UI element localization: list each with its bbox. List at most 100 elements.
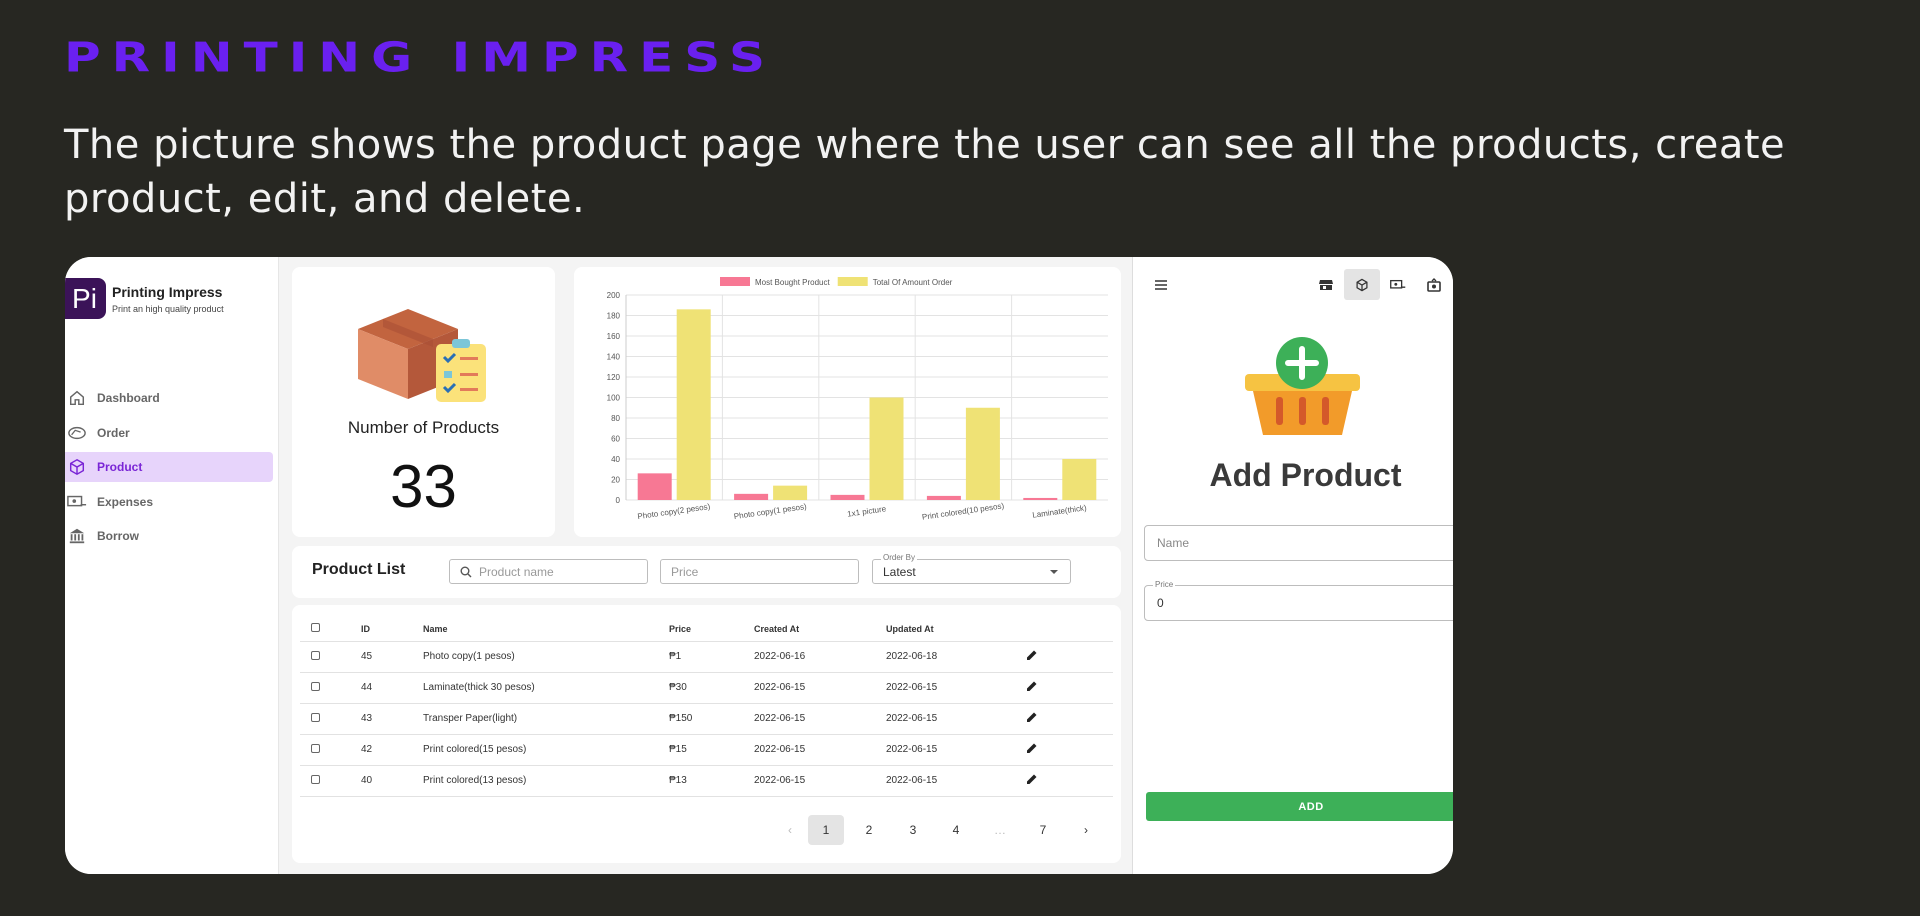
- table-row[interactable]: 40 Print colored(13 pesos) ₱13 2022-06-15 20…: [300, 765, 1113, 797]
- y-tick-label: 160: [607, 332, 621, 341]
- edit-icon[interactable]: [1026, 680, 1038, 695]
- product-count-card: Number of Products 33: [292, 267, 555, 537]
- bar-1-1: [773, 485, 808, 500]
- y-tick-label: 60: [611, 435, 620, 444]
- product-count-title: Number of Products: [347, 418, 500, 437]
- column-header-price[interactable]: Price: [669, 617, 754, 642]
- store-icon[interactable]: [1308, 269, 1344, 300]
- legend-swatch-1: [837, 277, 868, 286]
- cube-icon[interactable]: [1344, 269, 1380, 300]
- y-tick-label: 20: [611, 476, 620, 485]
- product-price-field[interactable]: Price 0: [1144, 580, 1453, 621]
- home-icon: [67, 388, 87, 408]
- y-tick-label: 0: [616, 496, 621, 505]
- pagination-page-1[interactable]: 1: [808, 815, 844, 845]
- brand-name: Printing Impress: [112, 283, 223, 300]
- cell-created: 2022-06-15: [754, 734, 886, 766]
- sidebar-item-product[interactable]: Product: [65, 452, 273, 483]
- product-name-field[interactable]: Name: [1144, 525, 1453, 561]
- cell-updated: 2022-06-15: [886, 734, 1024, 766]
- row-checkbox[interactable]: [311, 774, 320, 784]
- sidebar-item-label: Borrow: [97, 529, 139, 544]
- product-name-placeholder: Name: [1157, 536, 1190, 550]
- cash-icon[interactable]: [1416, 269, 1452, 300]
- table-header-row: ID Name Price Created At Updated At: [300, 617, 1113, 642]
- order-by-label: Order By: [881, 553, 918, 562]
- box-clipboard-illustration: [358, 309, 486, 402]
- price-filter-input[interactable]: Price: [660, 559, 859, 584]
- edit-icon[interactable]: [1026, 742, 1038, 757]
- order-by-select[interactable]: Order By Latest: [872, 553, 1071, 584]
- page-description: The picture shows the product page where…: [64, 122, 1786, 222]
- column-header-updated[interactable]: Updated At: [886, 617, 1024, 642]
- cell-updated: 2022-06-18: [886, 641, 1024, 673]
- table-row[interactable]: 43 Transper Paper(light) ₱150 2022-06-15 202…: [300, 703, 1113, 735]
- pagination-page-2[interactable]: 2: [851, 815, 887, 845]
- add-product-panel: Add Product Name Price 0 ADD: [1132, 257, 1453, 874]
- bar-0-0: [637, 473, 672, 500]
- add-product-title: Add Product: [1209, 457, 1402, 493]
- product-table-card: ID Name Price Created At Updated At 45 Ph…: [292, 605, 1121, 863]
- column-header-name[interactable]: Name: [423, 617, 669, 642]
- sidebar-item-borrow[interactable]: Borrow: [65, 521, 273, 551]
- bar-0-1: [734, 493, 769, 500]
- pagination-ellipsis: …: [994, 823, 1006, 837]
- sidebar-nav: Dashboard Order Product Expenses Borrow: [65, 383, 273, 556]
- cell-id: 43: [361, 703, 423, 735]
- row-checkbox[interactable]: [311, 743, 320, 753]
- price-placeholder: Price: [671, 564, 699, 579]
- cell-created: 2022-06-15: [754, 765, 886, 797]
- cell-id: 42: [361, 734, 423, 766]
- y-tick-label: 140: [607, 353, 621, 362]
- sidebar-item-dashboard[interactable]: Dashboard: [65, 383, 273, 413]
- x-tick-label: 1x1 picture: [847, 504, 888, 518]
- bar-1-0: [676, 309, 711, 500]
- x-tick-label: Photo copy(2 pesos): [637, 502, 711, 521]
- cell-created: 2022-06-15: [754, 703, 886, 735]
- cell-price: ₱30: [669, 672, 754, 704]
- order-icon: [67, 423, 87, 443]
- y-tick-label: 180: [607, 312, 621, 321]
- edit-icon[interactable]: [1026, 773, 1038, 788]
- x-tick-label: Print colored(10 pesos): [921, 501, 1004, 521]
- table-row[interactable]: 45 Photo copy(1 pesos) ₱1 2022-06-16 2022-06…: [300, 641, 1113, 673]
- pagination-prev-button[interactable]: ‹: [772, 815, 808, 845]
- cell-name: Print colored(15 pesos): [423, 734, 669, 766]
- cell-created: 2022-06-16: [754, 641, 886, 673]
- pagination-page-last[interactable]: 7: [1025, 815, 1061, 845]
- sidebar-item-expenses[interactable]: Expenses: [65, 487, 273, 517]
- y-tick-label: 80: [611, 414, 620, 423]
- cell-name: Laminate(thick 30 pesos): [423, 672, 669, 704]
- sidebar-item-label: Dashboard: [97, 391, 160, 405]
- product-search-input[interactable]: Product name: [449, 559, 648, 584]
- row-checkbox[interactable]: [311, 681, 320, 691]
- sidebar-item-label: Expenses: [97, 494, 154, 509]
- product-count-value: 33: [390, 453, 457, 520]
- column-header-created[interactable]: Created At: [754, 617, 886, 642]
- row-checkbox[interactable]: [311, 712, 320, 722]
- y-tick-label: 100: [607, 394, 621, 403]
- y-tick-label: 120: [607, 373, 621, 382]
- menu-icon[interactable]: [1143, 269, 1179, 300]
- bar-0-2: [830, 494, 865, 500]
- pagination-next-button[interactable]: ›: [1068, 815, 1104, 845]
- edit-icon[interactable]: [1026, 649, 1038, 664]
- sidebar-item-order[interactable]: Order: [65, 418, 273, 448]
- cube-icon: [67, 457, 87, 477]
- table-row[interactable]: 44 Laminate(thick 30 pesos) ₱30 2022-06-15 2…: [300, 672, 1113, 704]
- cell-id: 45: [361, 641, 423, 673]
- pagination-page-4[interactable]: 4: [938, 815, 974, 845]
- pagination-page-3[interactable]: 3: [895, 815, 931, 845]
- column-header-id[interactable]: ID: [361, 617, 423, 642]
- edit-icon[interactable]: [1026, 711, 1038, 726]
- cell-id: 40: [361, 765, 423, 797]
- row-checkbox[interactable]: [311, 650, 320, 660]
- cell-created: 2022-06-15: [754, 672, 886, 704]
- add-product-button[interactable]: ADD: [1146, 792, 1453, 821]
- table-row[interactable]: 42 Print colored(15 pesos) ₱15 2022-06-15 20…: [300, 734, 1113, 766]
- select-all-checkbox[interactable]: [311, 623, 320, 633]
- cell-name: Photo copy(1 pesos): [423, 641, 669, 673]
- x-tick-label: Laminate(thick): [1032, 503, 1088, 520]
- brand-logo[interactable]: Pi: [65, 278, 106, 319]
- expenses-icon[interactable]: [1380, 269, 1416, 300]
